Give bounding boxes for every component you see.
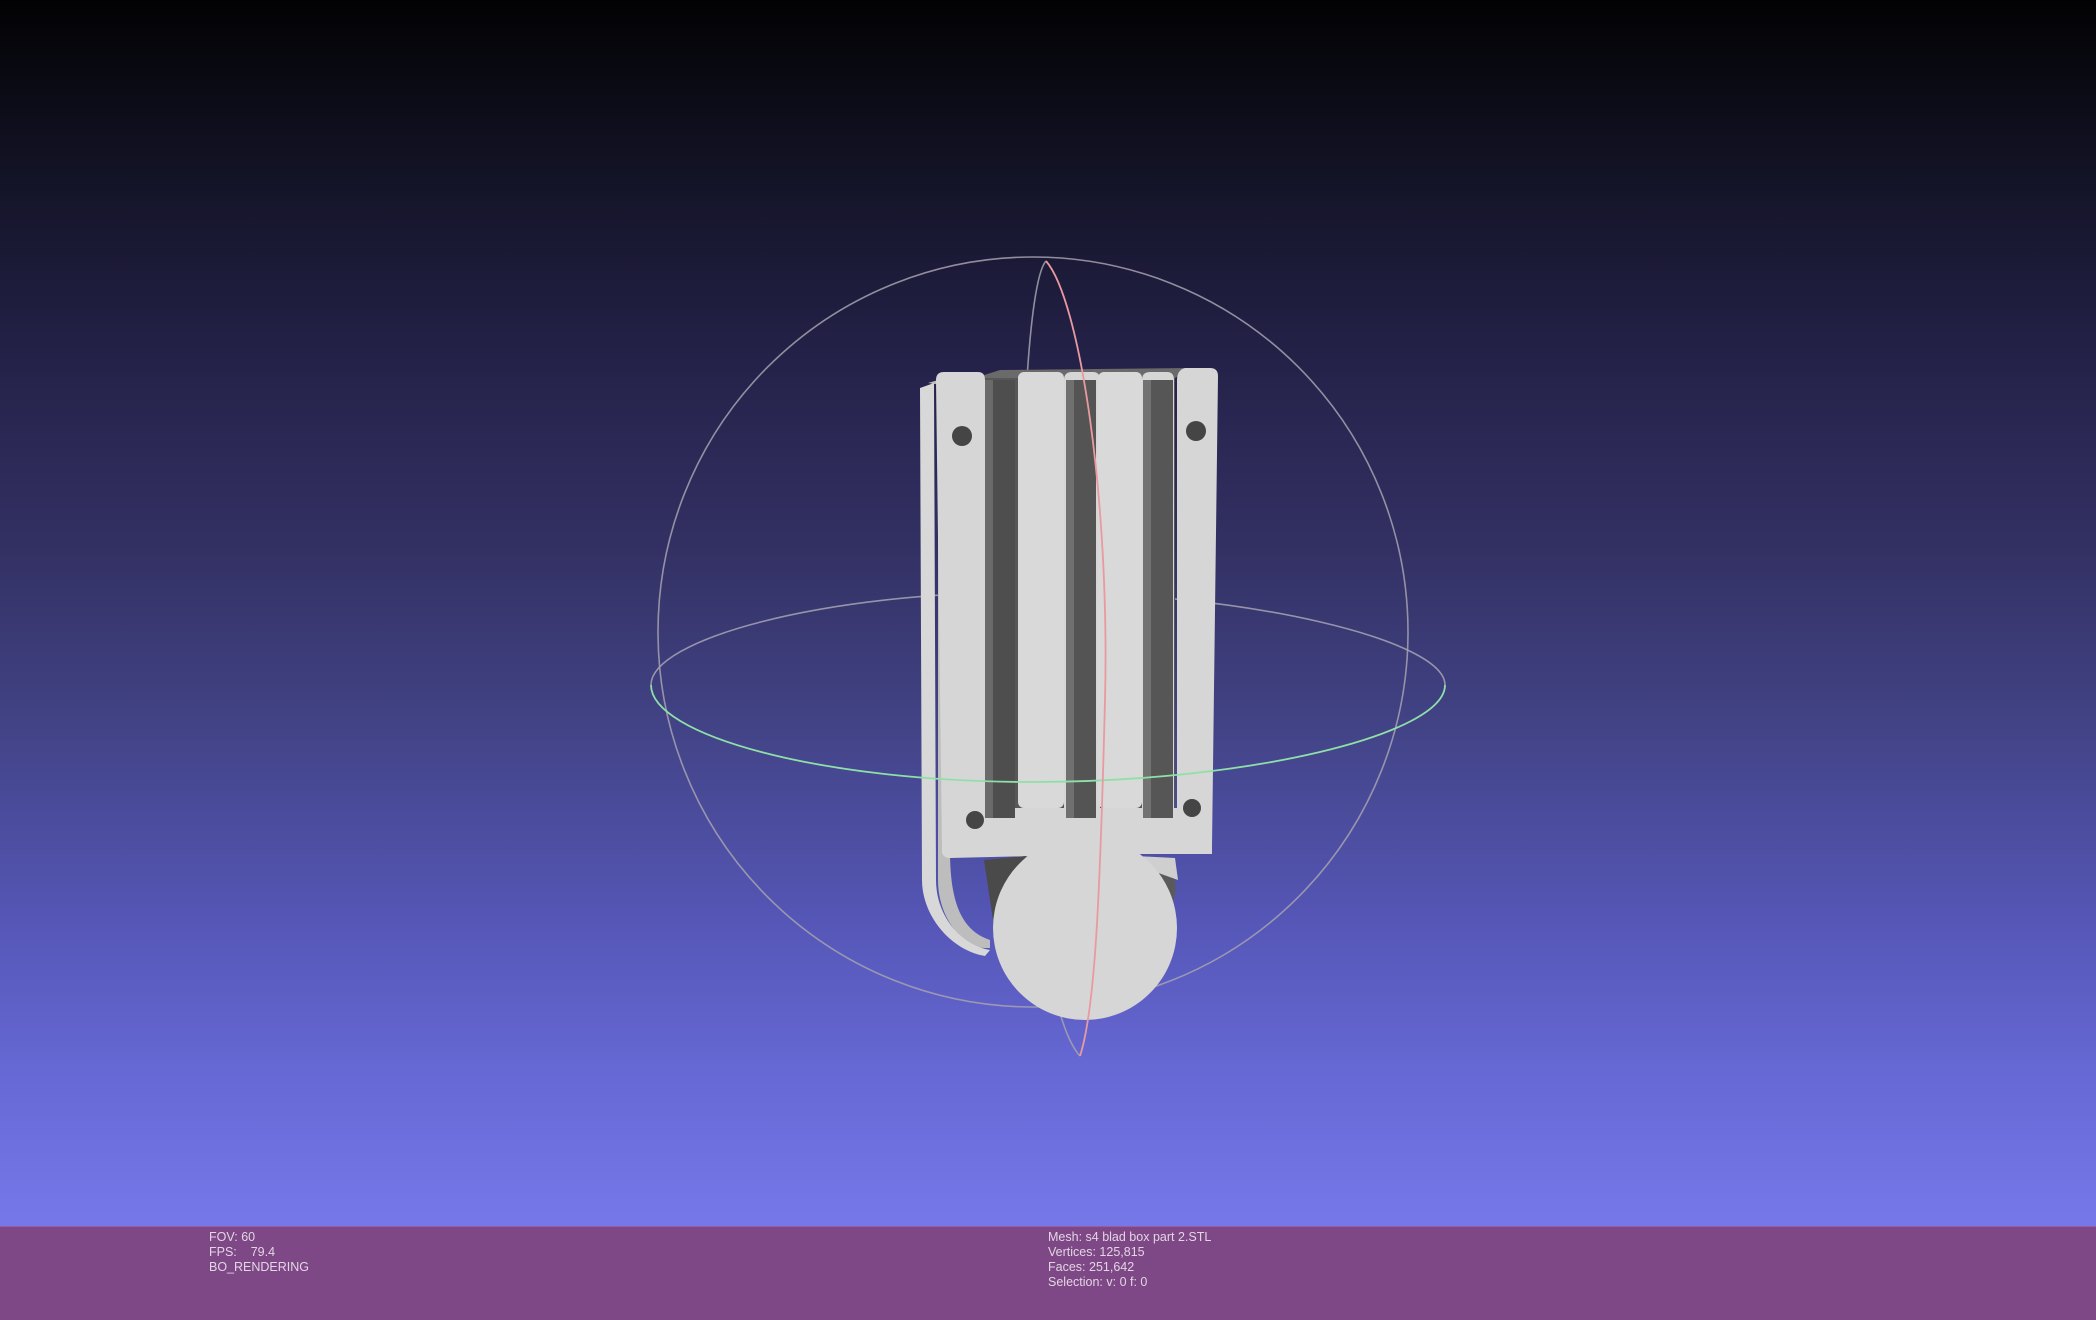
- vertices-value: 125,815: [1099, 1245, 1145, 1259]
- render-mode: BO_RENDERING: [209, 1260, 310, 1274]
- faces-readout: Faces: 251,642: [1048, 1260, 1211, 1275]
- fov-label: FOV:: [209, 1230, 238, 1244]
- mesh-slot-1-edge: [985, 380, 993, 820]
- faces-label: Faces:: [1048, 1260, 1086, 1274]
- mesh-knob: [993, 836, 1177, 1020]
- faces-value: 251,642: [1089, 1260, 1135, 1274]
- selection-readout: Selection: v: 0 f: 0: [1048, 1275, 1211, 1290]
- 3d-viewport[interactable]: [0, 0, 2096, 1226]
- mesh-hole-top-left: [952, 426, 972, 446]
- fps-readout: FPS: 79.4: [209, 1245, 309, 1260]
- fov-readout: FOV: 60: [209, 1230, 309, 1245]
- fov-value: 60: [241, 1230, 256, 1244]
- mesh-model[interactable]: [920, 368, 1218, 1020]
- fps-label: FPS:: [209, 1245, 237, 1259]
- scene-canvas[interactable]: [0, 0, 2096, 1226]
- mesh-bar-1: [1018, 372, 1064, 808]
- viewer-info: FOV: 60 FPS: 79.4 BO_RENDERING: [209, 1230, 309, 1275]
- vertices-readout: Vertices: 125,815: [1048, 1245, 1211, 1260]
- mesh-hole-top-right: [1186, 421, 1206, 441]
- mesh-hole-bottom-right: [1183, 799, 1201, 817]
- status-bar: FOV: 60 FPS: 79.4 BO_RENDERING Mesh: s4 …: [0, 1226, 2096, 1320]
- selection-label: Selection:: [1048, 1275, 1103, 1289]
- vertices-label: Vertices:: [1048, 1245, 1096, 1259]
- mesh-slot-2-edge: [1066, 380, 1074, 820]
- mesh-hole-bottom-left: [966, 811, 984, 829]
- mesh-label: Mesh:: [1048, 1230, 1083, 1244]
- mesh-info: Mesh: s4 blad box part 2.STL Vertices: 1…: [1048, 1230, 1211, 1290]
- selection-value: v: 0 f: 0: [1106, 1275, 1148, 1289]
- mesh-slot-3-edge: [1143, 380, 1151, 820]
- mesh-name-readout: Mesh: s4 blad box part 2.STL: [1048, 1230, 1211, 1245]
- fps-value: 79.4: [250, 1245, 276, 1259]
- mesh-name: s4 blad box part 2.STL: [1085, 1230, 1212, 1244]
